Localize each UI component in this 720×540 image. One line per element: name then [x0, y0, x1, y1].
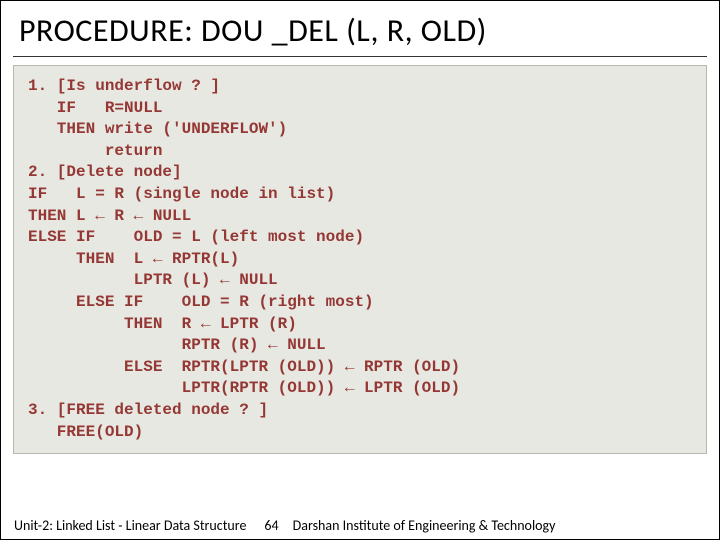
code-box: 1. [Is underflow ? ] IF R=NULL THEN writ…	[13, 65, 707, 454]
footer: Unit-2: Linked List - Linear Data Struct…	[0, 517, 720, 534]
procedure-code: 1. [Is underflow ? ] IF R=NULL THEN writ…	[28, 76, 692, 443]
footer-institute: Darshan Institute of Engineering & Techn…	[293, 517, 710, 534]
title-underline	[13, 56, 707, 57]
footer-unit: Unit-2: Linked List - Linear Data Struct…	[10, 517, 246, 534]
slide-title: PROCEDURE: DOU _DEL (L, R, OLD)	[1, 1, 719, 56]
footer-page: 64	[264, 517, 278, 534]
